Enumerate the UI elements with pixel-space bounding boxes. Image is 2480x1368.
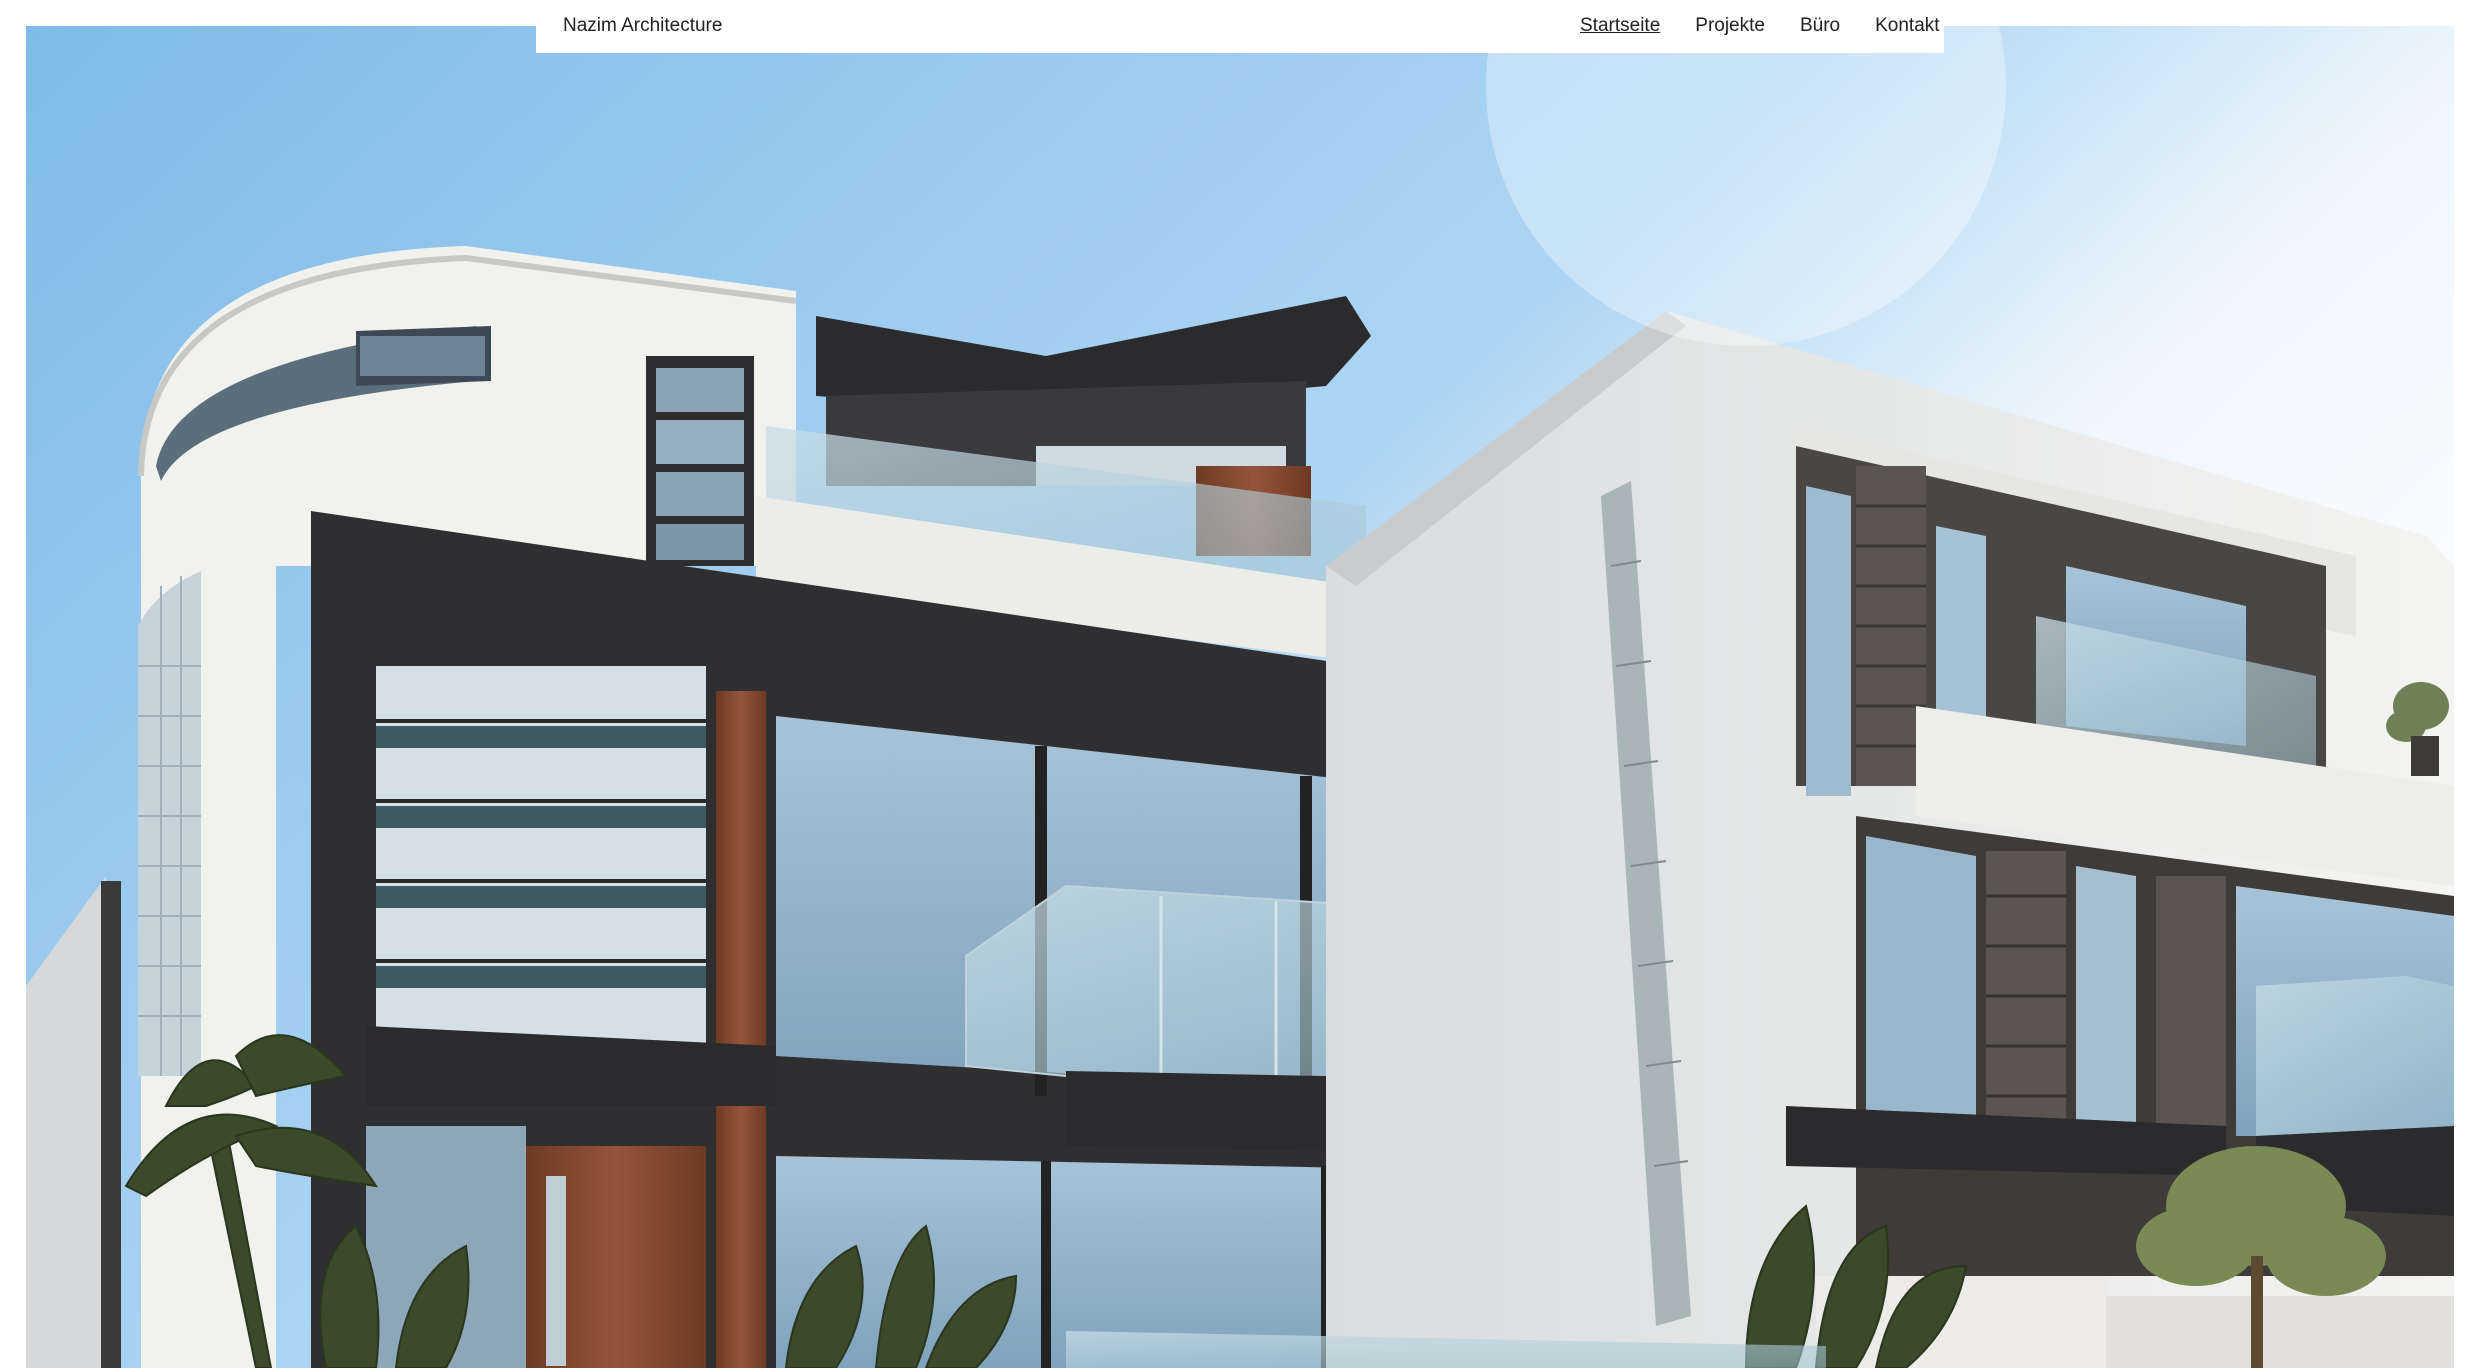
nav-link-kontakt[interactable]: Kontakt: [1875, 15, 1939, 37]
nav-link-startseite[interactable]: Startseite: [1580, 15, 1660, 37]
nav-link-projekte[interactable]: Projekte: [1695, 15, 1765, 37]
top-navigation-bar: Nazim Architecture Startseite Projekte B…: [536, 0, 1944, 53]
hero-image: [26, 26, 2454, 1368]
brand-logo-link[interactable]: Nazim Architecture: [563, 15, 722, 37]
page: Nazim Architecture Startseite Projekte B…: [0, 0, 2480, 1368]
nav-link-buero[interactable]: Büro: [1800, 15, 1840, 37]
main-nav: Startseite Projekte Büro Kontakt: [1580, 15, 1975, 37]
hero-house-illustration: [26, 26, 2454, 1368]
